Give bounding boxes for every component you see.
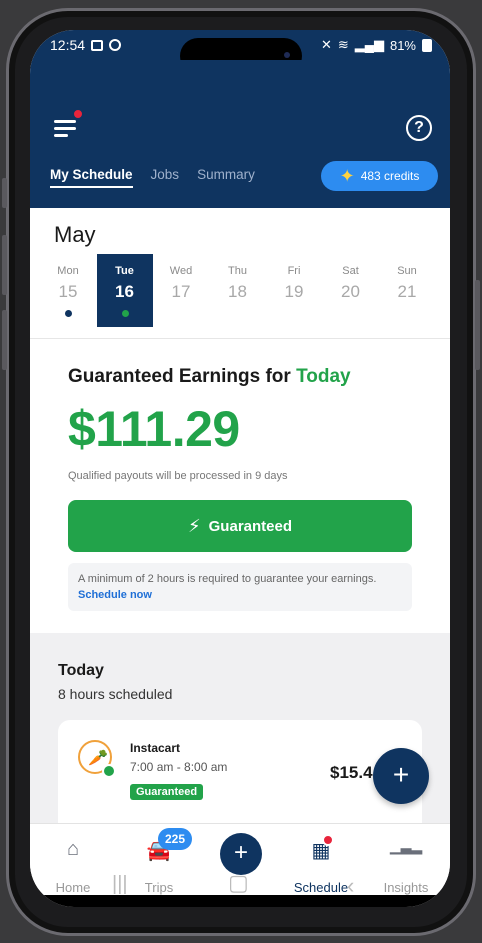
schedule-now-link[interactable]: Schedule now	[78, 589, 152, 601]
day-tue[interactable]: Tue 16	[96, 254, 153, 327]
day-name: Mon	[57, 265, 79, 277]
check-badge-icon	[102, 764, 116, 778]
app-header: ? My Schedule Jobs Summary ✦ 483 credits	[30, 60, 450, 208]
earnings-amount: $111.29	[68, 401, 240, 457]
day-indicator-dot	[121, 310, 129, 317]
day-fri[interactable]: Fri 19	[266, 254, 322, 327]
dnd-icon	[109, 39, 122, 51]
info-text: A minimum of 2 hours is required to guar…	[78, 573, 377, 585]
earnings-title-prefix: Guaranteed Earnings for	[68, 366, 291, 387]
day-mon[interactable]: Mon 15	[40, 254, 96, 327]
system-nav-strip	[30, 895, 450, 907]
today-subheading: 8 hours scheduled	[58, 686, 173, 702]
credits-button[interactable]: ✦ 483 credits	[321, 161, 438, 191]
credits-label: 483 credits	[360, 169, 420, 183]
day-date: 21	[397, 282, 417, 301]
day-sat[interactable]: Sat 20	[323, 254, 379, 327]
month-label: May	[54, 222, 96, 247]
tab-summary[interactable]: Summary	[197, 167, 255, 188]
mute-switch	[2, 178, 7, 208]
shift-platform: Instacart	[130, 741, 181, 755]
status-time: 12:54	[50, 37, 86, 53]
tab-my-schedule[interactable]: My Schedule	[50, 167, 133, 188]
home-system-button[interactable]: ▢	[228, 870, 249, 896]
center-add-button[interactable]: +	[220, 833, 262, 875]
trips-count-badge: 225	[158, 828, 192, 850]
day-date: 16	[115, 282, 134, 301]
recents-button[interactable]: |||	[112, 873, 128, 896]
volume-down-button	[2, 310, 7, 370]
nav-schedule-label: Schedule	[293, 880, 349, 895]
power-button	[475, 280, 480, 370]
day-name: Tue	[115, 265, 134, 277]
day-date: 18	[228, 282, 247, 301]
guaranteed-button-label: Guaranteed	[208, 517, 292, 535]
day-name: Wed	[169, 265, 193, 277]
shift-amount: $15.4	[330, 763, 373, 782]
shift-time: 7:00 am - 8:00 am	[130, 760, 228, 774]
nav-insights-label: Insights	[383, 880, 429, 895]
camera-lens	[284, 52, 290, 58]
day-name: Fri	[287, 265, 301, 277]
day-name: Thu	[228, 265, 247, 277]
battery-percent: 81%	[389, 37, 416, 53]
image-notification-icon	[91, 39, 104, 51]
payout-note: Qualified payouts will be processed in 9…	[68, 470, 288, 482]
nav-home[interactable]: ⌂ Home	[38, 824, 108, 895]
day-date: 19	[284, 282, 304, 301]
day-date: 20	[341, 282, 360, 301]
guaranteed-button[interactable]: ⚡ Guaranteed	[68, 500, 412, 552]
instacart-logo: 🥕	[78, 740, 116, 778]
week-strip: Mon 15 Tue 16 Wed 17 Thu 18 Fri 19 Sat 2…	[40, 254, 440, 327]
signal-icon: ▂▄▆	[354, 37, 384, 52]
info-note: A minimum of 2 hours is required to guar…	[68, 563, 412, 611]
day-wed[interactable]: Wed 17	[153, 254, 209, 327]
add-shift-fab[interactable]: +	[373, 748, 429, 804]
day-name: Sat	[342, 265, 359, 277]
help-icon[interactable]: ?	[406, 115, 432, 141]
battery-icon	[422, 38, 432, 52]
lightning-icon: ⚡	[188, 515, 201, 536]
bar-chart-icon: ▁▃▂	[389, 838, 423, 854]
nav-insights[interactable]: ▁▃▂ Insights	[371, 824, 441, 895]
tab-jobs[interactable]: Jobs	[151, 167, 180, 188]
today-heading: Today	[58, 662, 104, 679]
calendar-icon: ▦	[311, 840, 331, 862]
day-indicator-dot	[65, 310, 72, 317]
phone-screen: 12:54 ✕ ≋ ▂▄▆ 81% ? My Schedule Jobs Sum…	[30, 30, 450, 907]
wifi-icon: ≋	[337, 37, 349, 52]
guaranteed-badge: Guaranteed	[130, 784, 204, 800]
day-sun[interactable]: Sun 21	[379, 254, 435, 327]
earnings-title-highlight: Today	[296, 366, 351, 387]
menu-icon[interactable]	[54, 120, 76, 137]
day-name: Sun	[397, 265, 417, 277]
nav-schedule[interactable]: ▦ Schedule	[286, 824, 356, 895]
nav-trips-label: Trips	[144, 880, 174, 895]
schedule-alert-dot	[322, 834, 334, 846]
day-thu[interactable]: Thu 18	[210, 254, 266, 327]
sparkle-icon: ✦	[339, 166, 355, 186]
mute-icon: ✕	[320, 37, 332, 52]
header-tabs: My Schedule Jobs Summary	[50, 167, 255, 188]
day-date: 15	[58, 282, 78, 301]
day-date: 17	[171, 282, 191, 301]
nav-home-label: Home	[55, 880, 91, 895]
earnings-title: Guaranteed Earnings for Today	[68, 366, 351, 388]
home-icon: ⌂	[66, 838, 80, 860]
volume-up-button	[2, 235, 7, 295]
back-button[interactable]: ‹	[347, 873, 354, 899]
divider	[30, 338, 450, 339]
notification-dot	[72, 108, 84, 120]
